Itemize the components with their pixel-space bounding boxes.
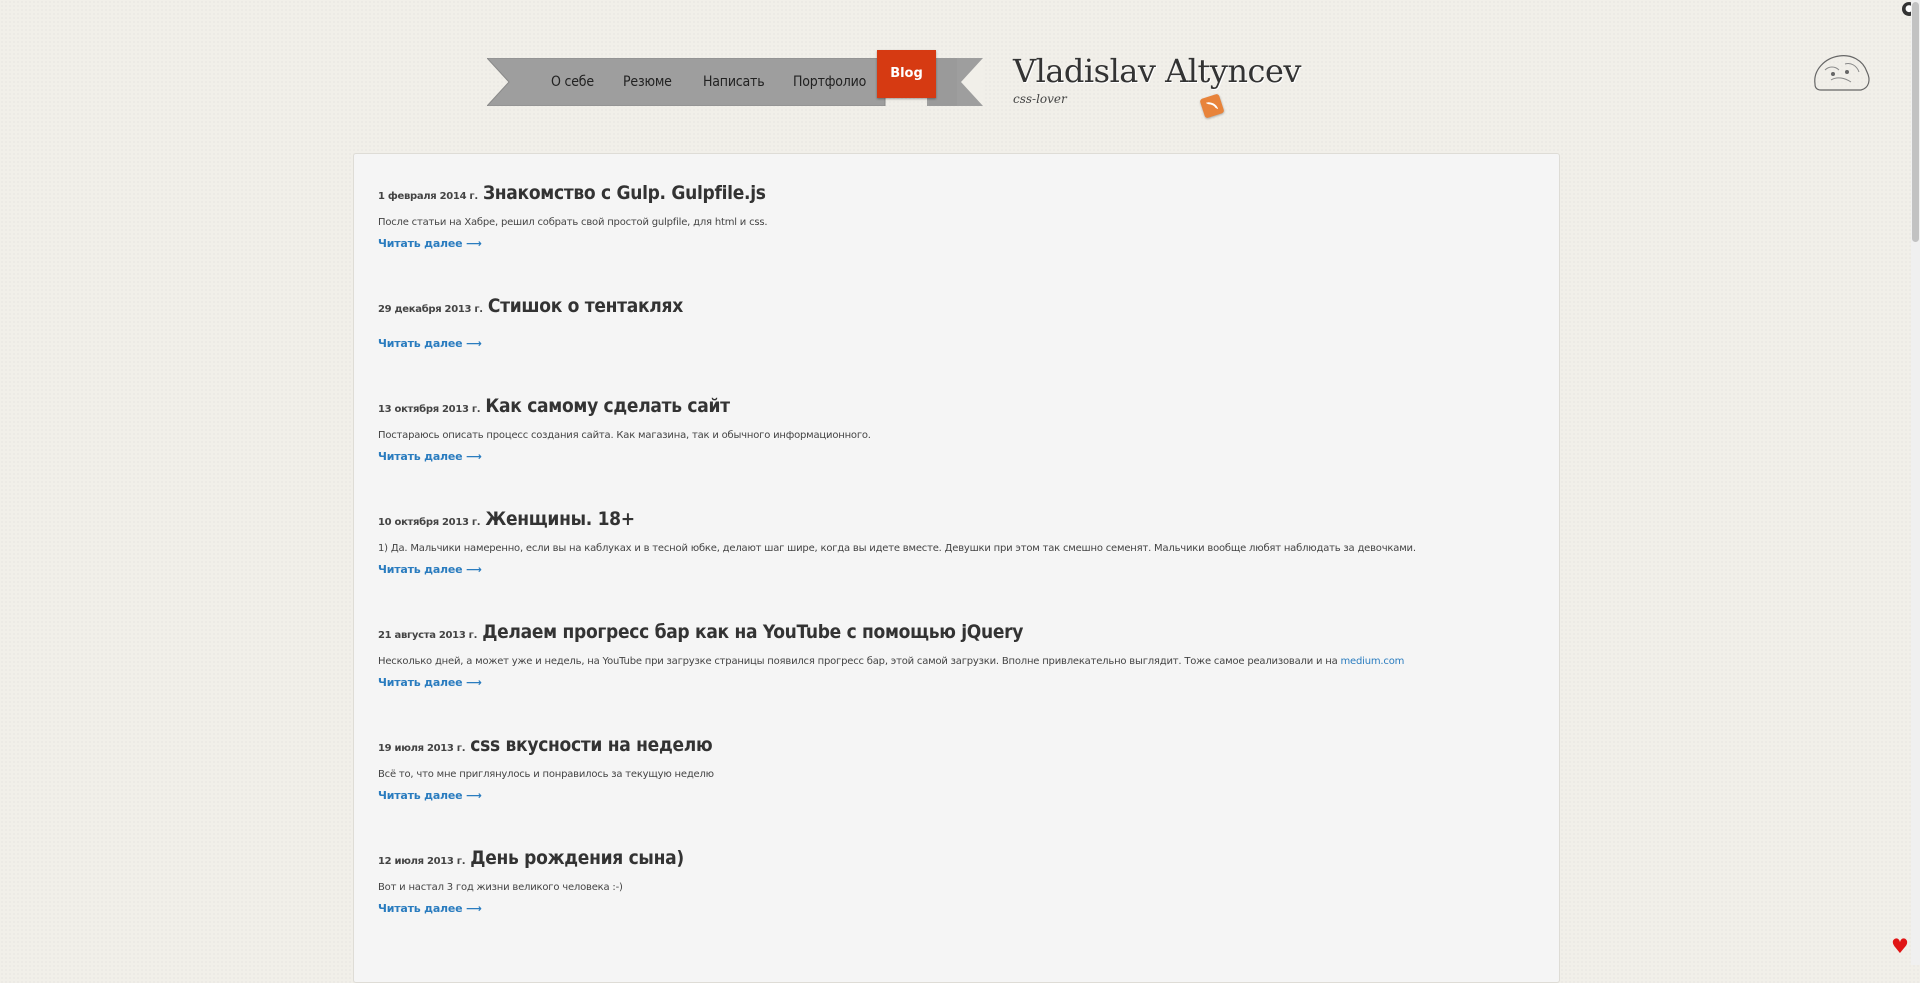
post-date: 12 июля 2013 г. bbox=[378, 856, 466, 867]
read-more-link[interactable]: Читать далее ⟶ bbox=[378, 789, 482, 802]
post-excerpt: После статьи на Хабре, решил собрать сво… bbox=[378, 217, 768, 228]
nav-item-write[interactable]: Написать bbox=[703, 58, 765, 106]
post-item: 12 июля 2013 г. День рождения сына) Вот … bbox=[378, 847, 1478, 915]
brand: Vladislav Altyncev css-lover bbox=[1013, 52, 1301, 106]
post-title[interactable]: Как самому сделать сайт bbox=[485, 395, 730, 417]
post-title[interactable]: Женщины. 18+ bbox=[485, 508, 635, 530]
post-excerpt: 1) Да. Мальчики намеренно, если вы на ка… bbox=[378, 543, 1416, 554]
scrollbar-thumb[interactable] bbox=[1912, 2, 1919, 242]
post-excerpt: Вот и настал 3 год жизни великого челове… bbox=[378, 882, 623, 893]
post-date: 1 февраля 2014 г. bbox=[378, 191, 478, 202]
post-title[interactable]: Делаем прогресс бар как на YouTube с пом… bbox=[482, 621, 1023, 643]
post-title[interactable]: Стишок о тентаклях bbox=[488, 295, 683, 317]
read-more-link[interactable]: Читать далее ⟶ bbox=[378, 563, 482, 576]
post-date: 19 июля 2013 г. bbox=[378, 743, 466, 754]
read-more-link[interactable]: Читать далее ⟶ bbox=[378, 237, 482, 250]
nav-item-blog[interactable]: Blog bbox=[877, 50, 936, 98]
sketch-icon bbox=[1814, 55, 1870, 91]
read-more-link[interactable]: Читать далее ⟶ bbox=[378, 450, 482, 463]
posts-panel: 1 февраля 2014 г. Знакомство с Gulp. Gul… bbox=[353, 153, 1560, 983]
post-date: 13 октября 2013 г. bbox=[378, 404, 481, 415]
post-title[interactable]: css вкусности на неделю bbox=[470, 734, 712, 756]
post-date: 21 августа 2013 г. bbox=[378, 630, 478, 641]
post-date: 29 декабря 2013 г. bbox=[378, 304, 483, 315]
nav-item-portfolio[interactable]: Портфолио bbox=[793, 58, 866, 106]
read-more-link[interactable]: Читать далее ⟶ bbox=[378, 676, 482, 689]
post-title[interactable]: Знакомство с Gulp. Gulpfile.js bbox=[483, 182, 766, 204]
post-item: 29 декабря 2013 г. Стишок о тентаклях Чи… bbox=[378, 295, 1478, 350]
post-excerpt: Несколько дней, а может уже и недель, на… bbox=[378, 656, 1405, 667]
post-item: 13 октября 2013 г. Как самому сделать са… bbox=[378, 395, 1478, 463]
post-excerpt: Всё то, что мне приглянулось и понравило… bbox=[378, 769, 714, 780]
site-title[interactable]: Vladislav Altyncev bbox=[1013, 52, 1301, 90]
nav-item-about[interactable]: О себе bbox=[551, 58, 594, 106]
post-date: 10 октября 2013 г. bbox=[378, 517, 481, 528]
post-item: 1 февраля 2014 г. Знакомство с Gulp. Gul… bbox=[378, 182, 1478, 250]
scrollbar[interactable] bbox=[1911, 0, 1920, 965]
heart-icon[interactable]: ♥ bbox=[1891, 936, 1909, 956]
read-more-link[interactable]: Читать далее ⟶ bbox=[378, 337, 482, 350]
post-item: 21 августа 2013 г. Делаем прогресс бар к… bbox=[378, 621, 1478, 689]
post-title[interactable]: День рождения сына) bbox=[470, 847, 684, 869]
nav-item-resume[interactable]: Резюме bbox=[623, 58, 672, 106]
site-subtitle: css-lover bbox=[1013, 92, 1067, 106]
read-more-link[interactable]: Читать далее ⟶ bbox=[378, 902, 482, 915]
medium-link[interactable]: medium.com bbox=[1341, 656, 1405, 667]
post-excerpt: Постараюсь описать процесс создания сайт… bbox=[378, 430, 871, 441]
post-item: 10 октября 2013 г. Женщины. 18+ 1) Да. М… bbox=[378, 508, 1478, 576]
post-item: 19 июля 2013 г. css вкусности на неделю … bbox=[378, 734, 1478, 802]
